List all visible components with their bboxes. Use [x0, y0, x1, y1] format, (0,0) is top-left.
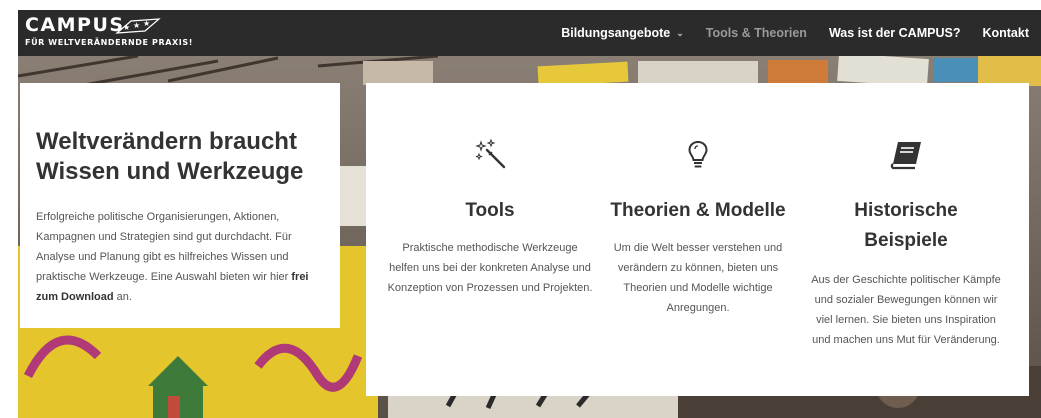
nav-item-label: Kontakt [982, 26, 1029, 40]
svg-text:★: ★ [133, 21, 140, 30]
book-icon [890, 142, 921, 170]
nav-item-label: Was ist der CAMPUS? [828, 26, 961, 40]
intro-text-end: an. [116, 291, 132, 303]
page: CAMPUS ★ ★ ★ FÜR WELTVERÄNDERNDE PRAXIS!… [0, 0, 1041, 418]
svg-text:★: ★ [123, 23, 130, 32]
nav-item-bildungsangebote[interactable]: Bildungsangebote ⌄ [561, 26, 684, 40]
site-header: CAMPUS ★ ★ ★ FÜR WELTVERÄNDERNDE PRAXIS!… [18, 10, 1041, 56]
feature-historische-beispiele[interactable]: Historische Beispiele Aus der Geschichte… [808, 83, 1004, 396]
feature-text-theorien-modelle: Um die Welt besser verstehen und verände… [613, 242, 783, 314]
svg-text:★: ★ [143, 19, 150, 28]
main-navigation: Bildungsangebote ⌄ Tools & Theorien Was … [539, 10, 1029, 56]
chevron-down-icon: ⌄ [676, 27, 684, 38]
feature-title-historische-beispiele: Historische Beispiele [808, 196, 1004, 256]
feature-title-theorien-modelle: Theorien & Modelle [610, 200, 786, 221]
intro-title-line2: Wissen und Werkzeuge [36, 158, 304, 185]
nav-item-label: Tools & Theorien [705, 26, 807, 40]
logo-wordmark: CAMPUS [25, 14, 125, 36]
intro-text-body: Erfolgreiche politische Organisierungen,… [36, 211, 292, 283]
logo-tagline: FÜR WELTVERÄNDERNDE PRAXIS! [25, 38, 193, 47]
feature-title-line1: Historische [854, 200, 958, 221]
stars-logo-icon: ★ ★ ★ [115, 18, 161, 34]
intro-card: Weltverändern braucht Wissen und Werkzeu… [20, 83, 340, 328]
intro-text: Erfolgreiche politische Organisierungen,… [36, 207, 324, 307]
lightbulb-icon [688, 140, 708, 168]
nav-item-tools-theorien[interactable]: Tools & Theorien [706, 26, 807, 40]
nav-item-label: Bildungsangebote [561, 26, 671, 40]
features-card: Tools Praktische methodische Werkzeuge h… [366, 83, 1029, 396]
site-logo[interactable]: CAMPUS ★ ★ ★ FÜR WELTVERÄNDERNDE PRAXIS! [25, 15, 193, 48]
nav-item-was-ist-der-campus[interactable]: Was ist der CAMPUS? [829, 26, 961, 40]
feature-theorien-modelle[interactable]: Theorien & Modelle Um die Welt besser ve… [598, 83, 798, 396]
feature-title-tools: Tools [465, 200, 515, 221]
nav-item-kontakt[interactable]: Kontakt [982, 26, 1029, 40]
intro-title-line1: Weltverändern braucht [36, 128, 297, 155]
feature-text-historische-beispiele: Aus der Geschichte politischer Kämpfe un… [811, 274, 1001, 346]
feature-tools[interactable]: Tools Praktische methodische Werkzeuge h… [386, 83, 594, 396]
feature-title-line2: Beispiele [864, 230, 948, 251]
magic-wand-icon [475, 138, 506, 169]
feature-text-tools: Praktische methodische Werkzeuge helfen … [387, 242, 593, 294]
intro-title: Weltverändern braucht Wissen und Werkzeu… [36, 127, 324, 187]
